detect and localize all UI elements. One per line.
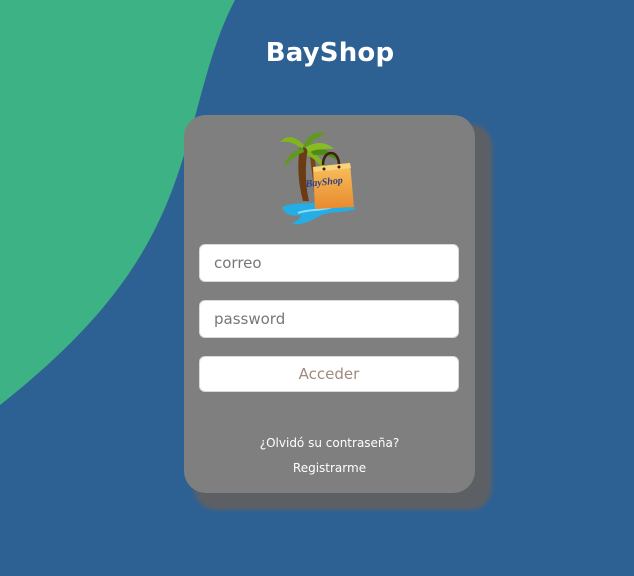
forgot-password-link[interactable]: ¿Olvidó su contraseña? <box>184 436 475 450</box>
app-title: BayShop <box>265 38 395 68</box>
password-field[interactable] <box>199 300 459 338</box>
register-link[interactable]: Registrarme <box>184 461 475 475</box>
login-button[interactable]: Acceder <box>199 356 459 392</box>
login-page: BayShop BayShop correo Acceder ¿Olvidó s… <box>0 0 634 576</box>
email-field[interactable] <box>199 244 459 282</box>
bayshop-logo: BayShop <box>280 132 356 225</box>
login-card: BayShop Acceder ¿Olvidó su contraseña? R… <box>184 115 475 493</box>
